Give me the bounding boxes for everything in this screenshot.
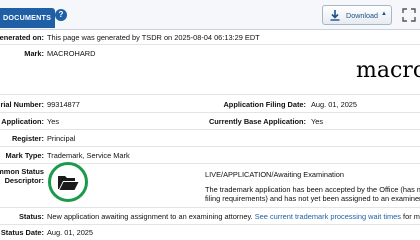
status-tail: for more in bbox=[403, 212, 420, 221]
mark-type-value: Trademark, Service Mark bbox=[47, 151, 130, 160]
status-descriptor-value: LIVE/APPLICATION/Awaiting Examination bbox=[205, 170, 344, 179]
generated-row: enerated on: This page was generated by … bbox=[0, 30, 420, 45]
mark-label: Mark: bbox=[24, 49, 44, 58]
status-label: Status: bbox=[18, 212, 44, 221]
filing-date-value: Aug. 01, 2025 bbox=[311, 100, 358, 109]
download-button[interactable]: Download ▲ bbox=[322, 5, 392, 25]
status-text: New application awaiting assignment to a… bbox=[47, 212, 420, 221]
register-label: Register: bbox=[11, 134, 44, 143]
register-row: Register: Principal bbox=[0, 130, 420, 147]
register-value: Principal bbox=[47, 134, 76, 143]
status-value: New application awaiting assignment to a… bbox=[47, 212, 253, 221]
mark-type-label: Mark Type: bbox=[5, 151, 44, 160]
tab-documents[interactable]: DOCUMENTS bbox=[0, 8, 56, 28]
status-row: Status: New application awaiting assignm… bbox=[0, 208, 420, 225]
application-row: Application: Yes Currently Base Applicat… bbox=[0, 113, 420, 130]
open-folder-icon bbox=[58, 176, 79, 190]
application-value: Yes bbox=[47, 117, 60, 126]
serial-row: rial Number: 99314877 Application Filing… bbox=[0, 96, 420, 113]
status-descriptor-label-1: mmon Status bbox=[0, 167, 44, 176]
status-descriptor-text-2: filing requirements) and has not yet bee… bbox=[205, 194, 420, 203]
mark-image: macro bbox=[356, 58, 420, 83]
toolbar: DOCUMENTS ? Download ▲ bbox=[0, 0, 420, 30]
status-descriptor-text-1: The trademark application has been accep… bbox=[205, 185, 420, 194]
status-descriptor-label-2: Descriptor: bbox=[4, 176, 44, 185]
status-date-label: Status Date: bbox=[0, 228, 44, 237]
serial-label: rial Number: bbox=[0, 100, 44, 109]
download-label: Download bbox=[346, 11, 378, 20]
generated-value: This page was generated by TSDR on 2025-… bbox=[47, 33, 260, 42]
expand-icon[interactable] bbox=[401, 7, 417, 23]
generated-label: enerated on: bbox=[0, 33, 44, 42]
serial-value: 99314877 bbox=[47, 100, 80, 109]
base-application-value: Yes bbox=[311, 117, 324, 126]
status-indicator bbox=[48, 162, 88, 202]
application-label: Application: bbox=[1, 117, 44, 126]
help-icon[interactable]: ? bbox=[55, 9, 67, 21]
filing-date-label: Application Filing Date: bbox=[223, 100, 306, 109]
wait-times-link[interactable]: See current trademark processing wait ti… bbox=[255, 212, 401, 221]
mark-value: MACROHARD bbox=[47, 49, 96, 58]
status-date-row: Status Date: Aug. 01, 2025 bbox=[0, 225, 420, 240]
chevron-up-icon: ▲ bbox=[381, 11, 387, 17]
download-icon bbox=[330, 10, 340, 21]
status-date-value: Aug. 01, 2025 bbox=[47, 228, 94, 237]
base-application-label: Currently Base Application: bbox=[208, 117, 306, 126]
